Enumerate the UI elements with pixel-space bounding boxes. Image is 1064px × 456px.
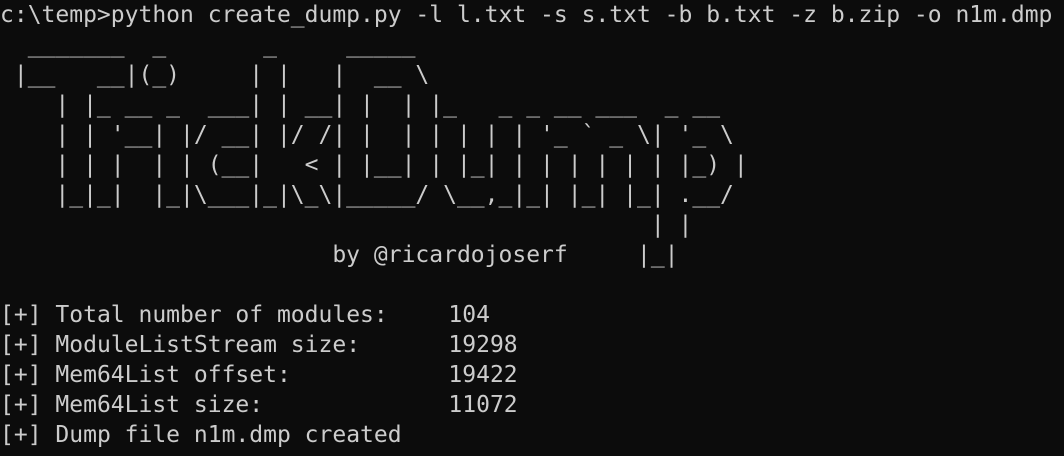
output-line: [+] Mem64List offset: 19422 [0,360,518,390]
status-prefix: [+] [0,362,42,388]
output-value: 19422 [448,362,518,388]
terminal-window[interactable]: c:\temp>python create_dump.py -l l.txt -… [0,0,1064,456]
banner-line: |_|_| |_|\___|_|\_\|_____/ \__,_|_| |_| … [0,182,734,208]
command-text: python create_dump.py -l l.txt -s s.txt … [110,2,1053,28]
command-line: c:\temp>python create_dump.py -l l.txt -… [0,0,1052,30]
output-final-line: [+] Dump file n1m.dmp created [0,420,402,450]
status-prefix: [+] [0,332,42,358]
banner-line: |__ __|(_) | | | __ \ [0,62,430,88]
output-line: [+] ModuleListStream size: 19298 [0,330,518,360]
output-value: 11072 [448,392,518,418]
output-label: Mem64List offset: [55,362,291,388]
output-label: Total number of modules: [55,302,388,328]
output-line: [+] Total number of modules: 104 [0,300,490,330]
banner-line: | | '__| |/ __| |/ /| | | | | | | '_ ` _… [0,122,734,148]
output-label: ModuleListStream size: [55,332,361,358]
status-prefix: [+] [0,302,42,328]
output-line: [+] Mem64List size: 11072 [0,390,518,420]
prompt: c:\temp> [0,2,111,28]
output-value: 19298 [448,332,518,358]
output-value: 104 [448,302,490,328]
output-final-text: Dump file n1m.dmp created [55,422,402,448]
banner-line: | |_ __ _ ___| | __| | | |_ _ _ __ ___ _… [0,92,721,118]
banner-author-line: by @ricardojoserf |_| [0,242,679,268]
banner-line: _______ _ _ _____ [0,32,416,58]
status-prefix: [+] [0,422,42,448]
banner-line: | | | | | (__| < | |__| | |_| | | | | | … [0,152,748,178]
output-label: Mem64List size: [55,392,264,418]
status-prefix: [+] [0,392,42,418]
banner-line: | | [0,212,693,238]
